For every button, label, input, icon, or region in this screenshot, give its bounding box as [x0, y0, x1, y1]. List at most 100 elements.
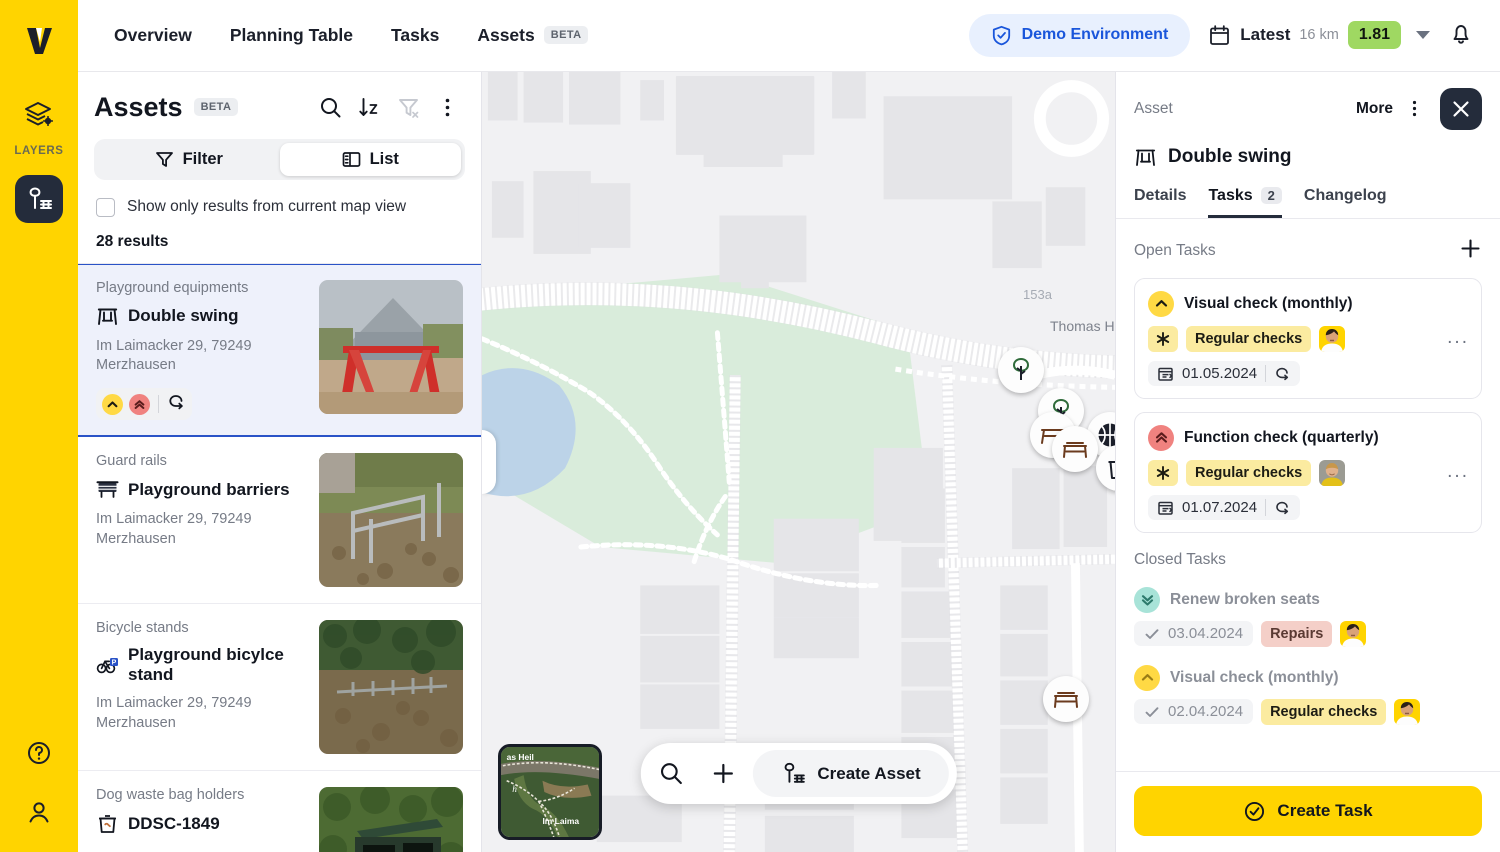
- map-search-button[interactable]: [648, 752, 694, 796]
- avatar-man-grey-bg: [1319, 460, 1345, 486]
- map-marker-bench[interactable]: [1043, 676, 1089, 722]
- map-view-filter-row[interactable]: Show only results from current map view: [78, 180, 481, 217]
- kebab-menu-icon[interactable]: [436, 96, 459, 119]
- status-yellow-chevron: [1134, 665, 1160, 691]
- svg-text:Im Laima: Im Laima: [542, 816, 579, 826]
- nav-label: Tasks: [391, 25, 439, 46]
- minimap-toggle[interactable]: as Heil h Im Laima: [498, 744, 602, 840]
- sidebar-item-assets[interactable]: [15, 175, 63, 223]
- list-item[interactable]: Dog waste bag holders DDSC-1849: [78, 771, 481, 852]
- address-line-2: Merzhausen: [96, 357, 176, 373]
- map-toolbar: Create Asset: [640, 743, 956, 804]
- list-item[interactable]: Guard rails Playground barriers: [78, 437, 481, 604]
- list-item-thumbnail[interactable]: [319, 787, 463, 852]
- tab-list[interactable]: List: [280, 143, 462, 176]
- closed-task-title: Renew broken seats: [1170, 591, 1320, 609]
- task-menu-button[interactable]: ...: [1447, 327, 1469, 349]
- avatar-man-yellow-bg: [1319, 326, 1345, 352]
- sort-az-icon[interactable]: [358, 96, 381, 119]
- closed-task-category-chip: Repairs: [1261, 621, 1332, 647]
- layers-settings-icon[interactable]: [24, 100, 54, 135]
- app-root: LAYERS: [0, 0, 1500, 852]
- close-panel-button[interactable]: [1440, 88, 1482, 130]
- divider: [1265, 499, 1266, 516]
- closed-task-item[interactable]: Renew broken seats 03.04.2024 Repairs: [1134, 587, 1482, 647]
- vimcar-logo-icon: [21, 22, 57, 58]
- beta-badge: BETA: [544, 26, 589, 44]
- assets-panel-header: Assets BETA: [78, 72, 481, 123]
- list-item-status-badges[interactable]: [96, 388, 192, 420]
- tab-changelog-label: Changelog: [1304, 187, 1387, 205]
- more-button[interactable]: More: [1356, 100, 1393, 118]
- list-item[interactable]: Bicycle stands P Playground bicylce stan…: [78, 604, 481, 771]
- tab-changelog[interactable]: Changelog: [1304, 187, 1387, 218]
- open-task-card[interactable]: Visual check (monthly) Regular checks: [1134, 278, 1482, 399]
- svg-text:h: h: [512, 785, 517, 795]
- list-item-thumbnail[interactable]: [319, 453, 463, 587]
- avatar[interactable]: [1394, 699, 1420, 725]
- closed-task-title: Visual check (monthly): [1170, 669, 1339, 687]
- add-open-task-button[interactable]: [1459, 237, 1482, 265]
- nav-right-actions: Demo Environment Latest 16 km 1.81: [969, 14, 1474, 57]
- kebab-menu-icon[interactable]: [1405, 99, 1424, 118]
- asterisk-icon: [1148, 326, 1178, 352]
- asset-detail-panel: Asset More: [1115, 72, 1500, 852]
- nav-item-tasks[interactable]: Tasks: [391, 25, 439, 46]
- avatar[interactable]: [1319, 326, 1345, 352]
- recurring-loop-icon: [167, 392, 186, 416]
- map-view-checkbox[interactable]: [96, 198, 115, 217]
- bicycle-parking-icon: P: [96, 654, 119, 677]
- app-logo[interactable]: [0, 0, 78, 80]
- search-icon[interactable]: [319, 96, 342, 119]
- tab-filter[interactable]: Filter: [98, 143, 280, 176]
- filter-clear-icon[interactable]: [397, 96, 420, 119]
- closed-task-date: 03.04.2024: [1168, 625, 1243, 642]
- task-category-chip: Regular checks: [1186, 460, 1311, 486]
- create-task-button[interactable]: Create Task: [1134, 786, 1482, 836]
- task-title-row: Visual check (monthly): [1148, 291, 1469, 317]
- avatar[interactable]: [1340, 621, 1366, 647]
- nav-label: Assets: [477, 25, 534, 46]
- map-view-checkbox-label: Show only results from current map view: [127, 198, 406, 216]
- map-marker-bench[interactable]: [1052, 426, 1098, 472]
- detail-header: Asset More: [1116, 72, 1500, 219]
- latest-selector[interactable]: Latest 16 km 1.81: [1208, 21, 1430, 49]
- task-menu-button[interactable]: ...: [1447, 461, 1469, 483]
- assets-list[interactable]: Playground equipments Double swing: [78, 263, 481, 852]
- demo-environment-button[interactable]: Demo Environment: [969, 14, 1191, 57]
- list-item-address: Im Laimacker 29, 79249 Merzhausen: [96, 337, 305, 376]
- main-column: Overview Planning Table Tasks Assets BET…: [78, 0, 1500, 852]
- bench-icon: [1052, 685, 1080, 713]
- detail-title-row: Double swing: [1134, 146, 1482, 169]
- open-task-card[interactable]: Function check (quarterly) Regular check…: [1134, 412, 1482, 533]
- check-icon: [1144, 626, 1160, 642]
- panel-collapse-handle[interactable]: [482, 430, 496, 494]
- barrier-icon: [96, 478, 119, 501]
- tab-details[interactable]: Details: [1134, 187, 1186, 218]
- list-item-category: Guard rails: [96, 453, 305, 469]
- nav-item-assets[interactable]: Assets BETA: [477, 25, 588, 46]
- help-circle-icon[interactable]: [26, 740, 52, 771]
- notification-bell-icon[interactable]: [1448, 20, 1474, 51]
- svg-text:P: P: [112, 659, 117, 666]
- list-item-thumbnail[interactable]: [319, 620, 463, 754]
- list-item-thumbnail[interactable]: [319, 280, 463, 414]
- assets-header-icons: [319, 96, 459, 119]
- detail-header-actions: More: [1356, 88, 1482, 130]
- nav-item-planning-table[interactable]: Planning Table: [230, 25, 353, 46]
- list-item-category: Bicycle stands: [96, 620, 305, 636]
- nav-item-overview[interactable]: Overview: [114, 25, 192, 46]
- list-item[interactable]: Playground equipments Double swing: [78, 264, 481, 437]
- map-marker-tree[interactable]: [998, 347, 1044, 393]
- create-asset-button[interactable]: Create Asset: [752, 750, 948, 797]
- user-account-icon[interactable]: [26, 799, 52, 830]
- map-add-button[interactable]: [700, 752, 746, 796]
- avatar[interactable]: [1319, 460, 1345, 486]
- task-category-chip: Regular checks: [1186, 326, 1311, 352]
- map-canvas[interactable]: 12 14 18 153a 155 10 29 27 25 13 11 19 4…: [482, 72, 1115, 852]
- bench-icon: [1061, 435, 1089, 463]
- chevron-down-icon[interactable]: [1416, 31, 1430, 39]
- closed-task-title-row: Visual check (monthly): [1134, 665, 1482, 691]
- tab-tasks[interactable]: Tasks 2: [1208, 187, 1281, 218]
- closed-task-item[interactable]: Visual check (monthly) 02.04.2024 Regula…: [1134, 665, 1482, 725]
